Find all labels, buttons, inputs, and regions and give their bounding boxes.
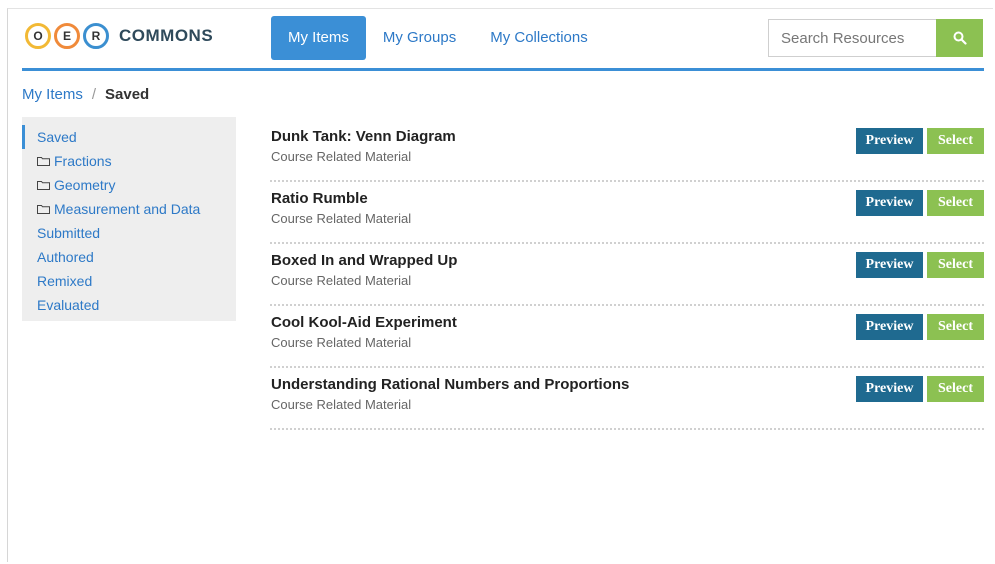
preview-button[interactable]: Preview [856, 128, 923, 154]
item-type: Course Related Material [271, 335, 412, 350]
select-button[interactable]: Select [927, 128, 984, 154]
sidebar-item-geometry[interactable]: Geometry [22, 173, 236, 197]
item-title[interactable]: Understanding Rational Numbers and Propo… [271, 376, 629, 393]
page-frame: O E R COMMONS My Items My Groups My Coll… [7, 8, 993, 562]
search-input[interactable] [768, 19, 936, 57]
item-type: Course Related Material [271, 211, 412, 226]
breadcrumb-separator: / [91, 86, 97, 103]
list-item: Understanding Rational Numbers and Propo… [270, 369, 984, 430]
item-title[interactable]: Cool Kool-Aid Experiment [271, 314, 457, 331]
sidebar-item-label: Remixed [37, 273, 93, 289]
sidebar-item-label: Measurement and Data [54, 201, 201, 217]
preview-button[interactable]: Preview [856, 190, 923, 216]
sidebar-item-label: Evaluated [37, 297, 100, 313]
sidebar-item-saved[interactable]: Saved [22, 125, 236, 149]
preview-button[interactable]: Preview [856, 314, 923, 340]
list-item: Cool Kool-Aid Experiment Course Related … [270, 307, 984, 368]
folder-icon [37, 181, 50, 190]
folder-icon [37, 157, 50, 166]
item-type: Course Related Material [271, 149, 412, 164]
logo-letter-o: O [25, 23, 51, 49]
sidebar-item-evaluated[interactable]: Evaluated [22, 293, 236, 317]
sidebar-item-label: Geometry [54, 177, 116, 193]
logo-letter-e: E [54, 23, 80, 49]
list-item: Ratio Rumble Course Related Material Pre… [270, 183, 984, 244]
select-button[interactable]: Select [927, 252, 984, 278]
item-title[interactable]: Boxed In and Wrapped Up [271, 252, 457, 269]
oer-commons-logo[interactable]: O E R COMMONS [25, 23, 213, 49]
tab-my-groups[interactable]: My Groups [366, 16, 473, 60]
breadcrumb-my-items[interactable]: My Items [22, 86, 83, 103]
item-title[interactable]: Ratio Rumble [271, 190, 368, 207]
sidebar-item-submitted[interactable]: Submitted [22, 221, 236, 245]
select-button[interactable]: Select [927, 190, 984, 216]
item-title[interactable]: Dunk Tank: Venn Diagram [271, 128, 456, 145]
sidebar-item-label: Submitted [37, 225, 101, 241]
logo-letter-r: R [83, 23, 109, 49]
sidebar: Saved Fractions Geometry Measurement and… [22, 117, 236, 321]
search-button[interactable] [936, 19, 983, 57]
list-item: Boxed In and Wrapped Up Course Related M… [270, 245, 984, 306]
breadcrumb-current: Saved [105, 86, 150, 103]
header: O E R COMMONS My Items My Groups My Coll… [8, 9, 993, 71]
header-divider [22, 68, 984, 71]
tab-my-collections[interactable]: My Collections [473, 16, 605, 60]
breadcrumb: My Items / Saved [22, 86, 149, 103]
sidebar-item-fractions[interactable]: Fractions [22, 149, 236, 173]
saved-items-list: Dunk Tank: Venn Diagram Course Related M… [270, 121, 984, 431]
sidebar-item-measurement-and-data[interactable]: Measurement and Data [22, 197, 236, 221]
search-bar [768, 19, 983, 57]
main-nav: My Items My Groups My Collections [271, 16, 605, 60]
preview-button[interactable]: Preview [856, 252, 923, 278]
sidebar-item-remixed[interactable]: Remixed [22, 269, 236, 293]
sidebar-item-authored[interactable]: Authored [22, 245, 236, 269]
logo-text: COMMONS [119, 26, 214, 45]
list-item: Dunk Tank: Venn Diagram Course Related M… [270, 121, 984, 182]
sidebar-item-label: Authored [37, 249, 94, 265]
folder-icon [37, 205, 50, 214]
preview-button[interactable]: Preview [856, 376, 923, 402]
select-button[interactable]: Select [927, 314, 984, 340]
sidebar-item-label: Fractions [54, 153, 112, 169]
item-type: Course Related Material [271, 397, 412, 412]
item-type: Course Related Material [271, 273, 412, 288]
select-button[interactable]: Select [927, 376, 984, 402]
search-icon [953, 31, 967, 45]
tab-my-items[interactable]: My Items [271, 16, 366, 60]
sidebar-item-label: Saved [37, 129, 77, 145]
